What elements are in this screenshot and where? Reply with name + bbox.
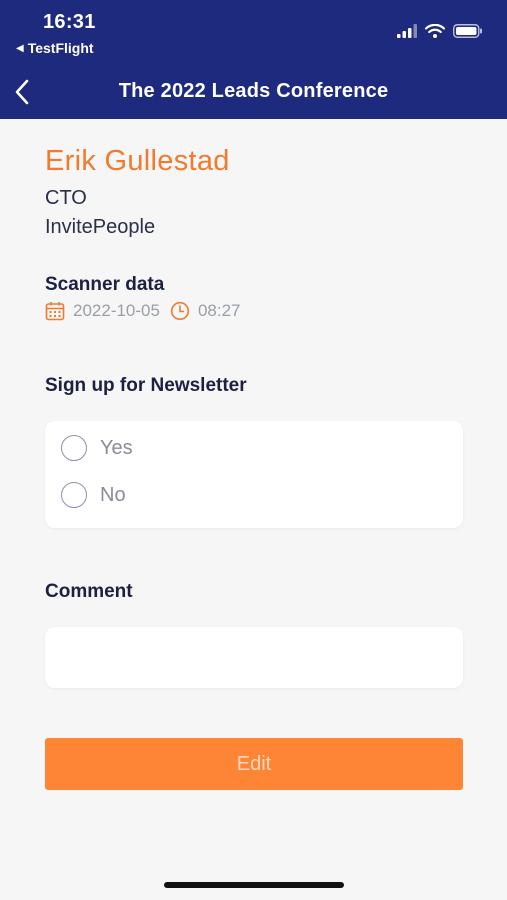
scanner-data-heading: Scanner data (45, 274, 165, 295)
newsletter-options-card: Yes No (45, 421, 463, 528)
scanner-date: 2022-10-05 (73, 301, 160, 320)
contact-role: CTO (45, 187, 87, 209)
clock-icon (170, 301, 190, 321)
newsletter-option-no[interactable]: No (61, 482, 126, 508)
newsletter-heading: Sign up for Newsletter (45, 375, 247, 396)
scanner-data-row: 2022-10-05 08:27 (45, 301, 241, 321)
page-title: The 2022 Leads Conference (118, 80, 389, 102)
home-indicator[interactable] (164, 882, 344, 888)
wifi-icon (425, 24, 445, 38)
contact-company: InvitePeople (45, 216, 156, 238)
radio-button-yes[interactable] (61, 435, 87, 461)
app-header: 16:31 ◀ TestFlight The 2022 Leads Confer… (0, 0, 507, 119)
scanner-time: 08:27 (197, 301, 241, 320)
edit-button[interactable]: Edit (45, 738, 463, 790)
newsletter-option-no-label: No (100, 483, 126, 506)
status-icons (397, 24, 483, 38)
status-time: 16:31 (43, 11, 96, 33)
calendar-icon (45, 301, 65, 321)
comment-heading: Comment (45, 581, 133, 602)
comment-card (45, 627, 463, 688)
newsletter-option-yes-label: Yes (100, 436, 133, 459)
newsletter-option-yes[interactable]: Yes (61, 435, 133, 461)
signal-icon (397, 24, 417, 38)
back-to-testflight-link[interactable]: ◀ TestFlight (16, 40, 94, 56)
contact-name: Erik Gullestad (45, 145, 230, 177)
back-app-label: TestFlight (27, 40, 94, 56)
radio-button-no[interactable] (61, 482, 87, 508)
battery-icon (453, 24, 482, 38)
comment-input[interactable] (45, 627, 463, 688)
back-triangle-icon: ◀ (16, 42, 24, 54)
